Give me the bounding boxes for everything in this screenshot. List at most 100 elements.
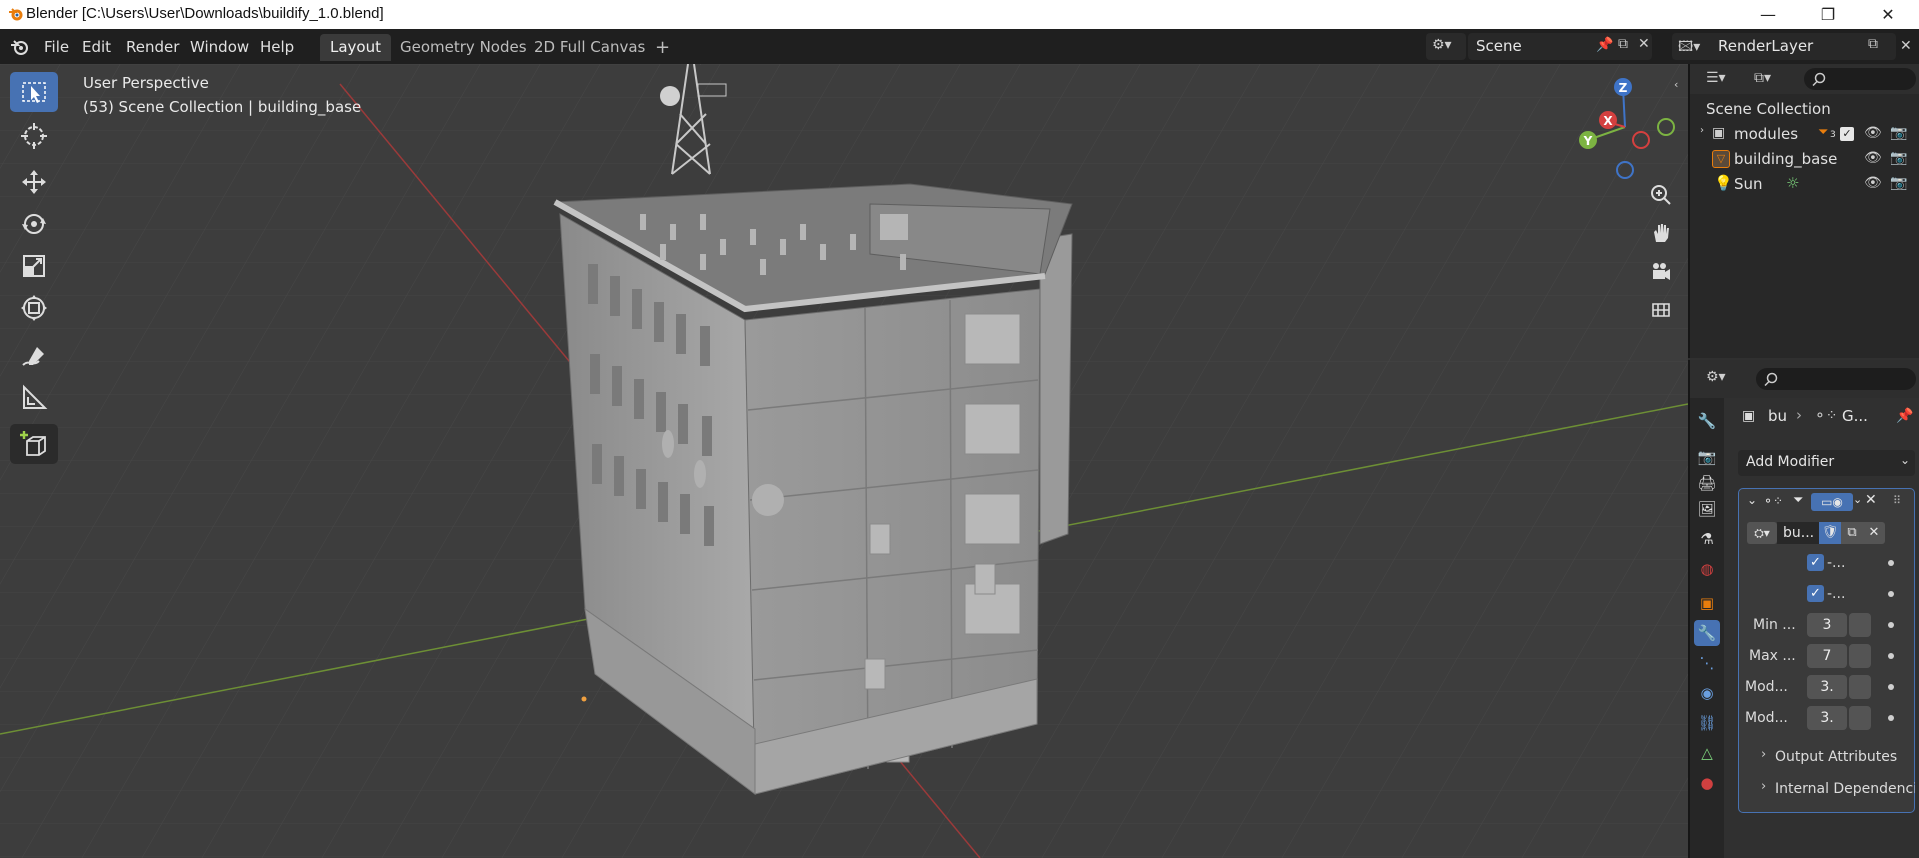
menu-file[interactable]: File	[38, 35, 75, 59]
field-min-input[interactable]: 3	[1807, 613, 1847, 637]
keyframe-dot-icon[interactable]	[1888, 591, 1894, 597]
camera-view-icon[interactable]	[1644, 254, 1678, 288]
cursor-tool[interactable]	[10, 116, 58, 156]
keyframe-dot-icon[interactable]	[1888, 653, 1894, 659]
editmode-toggle-icon[interactable]: ⏷	[1793, 493, 1803, 508]
pin-icon[interactable]: 📌	[1596, 37, 1613, 53]
chevron-down-icon[interactable]: ⌄	[1853, 493, 1862, 506]
world-tab-icon[interactable]: ◍	[1694, 556, 1720, 582]
drag-handle-icon[interactable]: ⠿	[1893, 494, 1901, 507]
attribute-toggle-icon[interactable]	[1849, 644, 1871, 668]
viewport-render-toggle[interactable]: ▭◉	[1811, 493, 1853, 511]
tab-2d-full-canvas[interactable]: 2D Full Canvas	[524, 34, 655, 61]
properties-search-input[interactable]	[1756, 368, 1916, 390]
view-layer-tab-icon[interactable]: 🖼	[1694, 496, 1720, 522]
scene-selector[interactable]: Scene 📌 ⧉ ✕	[1468, 33, 1652, 60]
measure-tool[interactable]	[10, 378, 58, 418]
tab-layout[interactable]: Layout	[320, 34, 391, 61]
field-mod-2-input[interactable]: 3.	[1807, 706, 1847, 730]
menu-help[interactable]: Help	[254, 35, 300, 59]
output-tab-icon[interactable]: 🖨	[1694, 470, 1720, 496]
remove-renderlayer-icon[interactable]: ✕	[1900, 38, 1912, 54]
3d-viewport[interactable]: User Perspective (53) Scene Collection |…	[0, 64, 1688, 858]
transform-tool[interactable]	[10, 288, 58, 328]
minimize-button[interactable]: —	[1740, 0, 1796, 29]
add-modifier-dropdown[interactable]: Add Modifier ⌄	[1738, 450, 1915, 476]
attribute-toggle-icon[interactable]	[1849, 613, 1871, 637]
annotate-tool[interactable]	[10, 336, 58, 376]
keyframe-dot-icon[interactable]	[1888, 622, 1894, 628]
tool-tab-icon[interactable]: 🔧	[1694, 408, 1720, 434]
modifier-tab-icon[interactable]: 🔧	[1694, 620, 1720, 646]
constraints-tab-icon[interactable]: ⛓	[1694, 710, 1720, 736]
collapse-chevron-icon[interactable]: ⌄	[1747, 493, 1757, 507]
unlink-icon[interactable]: ✕	[1863, 522, 1885, 544]
particles-tab-icon[interactable]: ⋱	[1694, 650, 1720, 676]
outliner-item-building-base[interactable]: ▽ building_base 👁 📷	[1690, 147, 1919, 172]
light-icon: 💡	[1714, 174, 1733, 192]
node-tree-icon[interactable]: ⛭▾	[1747, 522, 1777, 544]
node-group-name[interactable]: bu...	[1777, 522, 1819, 544]
ortho-grid-icon[interactable]	[1644, 292, 1678, 326]
sidebar-toggle-icon[interactable]: ‹	[1674, 78, 1678, 91]
outliner-item-modules[interactable]: › ▣ modules ⏷ 3 ✓ 👁 📷	[1690, 122, 1919, 147]
menu-render[interactable]: Render	[120, 35, 185, 59]
delete-scene-icon[interactable]: ✕	[1638, 36, 1650, 52]
new-scene-icon[interactable]: ⧉	[1618, 36, 1628, 52]
field-mod-1-input[interactable]: 3.	[1807, 675, 1847, 699]
close-window-button[interactable]: ✕	[1860, 0, 1916, 29]
display-mode-icon[interactable]: ⧉▾	[1754, 70, 1771, 86]
menu-window[interactable]: Window	[184, 35, 255, 59]
outliner-item-sun[interactable]: 💡 Sun ☼ 👁 📷	[1690, 172, 1919, 197]
renderlayer-selector[interactable]: 🖾▾ RenderLayer ⧉	[1672, 33, 1896, 60]
pin-icon[interactable]: 📌	[1896, 408, 1913, 424]
keyframe-dot-icon[interactable]	[1888, 715, 1894, 721]
visibility-eye-icon[interactable]: 👁	[1864, 175, 1882, 191]
remove-modifier-icon[interactable]: ✕	[1865, 492, 1877, 508]
duplicate-icon[interactable]: ⧉	[1841, 522, 1863, 544]
output-attributes-section[interactable]: › Output Attributes	[1739, 743, 1916, 771]
field-max-input[interactable]: 7	[1807, 644, 1847, 668]
new-renderlayer-icon[interactable]: ⧉	[1868, 36, 1878, 52]
scale-tool[interactable]	[10, 246, 58, 286]
blender-menu-icon[interactable]	[10, 37, 30, 57]
zoom-icon[interactable]	[1644, 178, 1678, 212]
pan-hand-icon[interactable]	[1644, 216, 1678, 250]
geometry-filter-icon: ⏷	[1818, 125, 1829, 140]
maximize-button[interactable]: ❐	[1800, 0, 1856, 29]
add-workspace-button[interactable]: +	[645, 34, 680, 61]
internal-dependencies-section[interactable]: › Internal Dependenci	[1739, 775, 1916, 803]
keyframe-dot-icon[interactable]	[1888, 684, 1894, 690]
checkbox-2[interactable]: ✓	[1807, 585, 1824, 602]
navigation-gizmo[interactable]: Z Y X	[1570, 72, 1680, 182]
exclude-checkbox[interactable]: ✓	[1840, 127, 1854, 141]
attribute-toggle-icon[interactable]	[1849, 706, 1871, 730]
editor-type-icon[interactable]: ☰▾	[1706, 70, 1726, 86]
scene-type-dropdown[interactable]: ⚙▾	[1426, 33, 1466, 60]
render-camera-icon[interactable]: 📷	[1890, 125, 1907, 141]
object-tab-icon[interactable]: ▣	[1694, 590, 1720, 616]
fake-user-shield-icon[interactable]: 🛡	[1819, 522, 1841, 544]
outliner-scene-collection[interactable]: Scene Collection	[1690, 97, 1919, 122]
render-camera-icon[interactable]: 📷	[1890, 150, 1907, 166]
move-tool[interactable]	[10, 162, 58, 202]
tab-geometry-nodes[interactable]: Geometry Nodes	[390, 34, 537, 61]
render-tab-icon[interactable]: 📷	[1694, 444, 1720, 470]
render-camera-icon[interactable]: 📷	[1890, 175, 1907, 191]
add-cube-tool[interactable]	[10, 424, 58, 464]
scene-tab-icon[interactable]: ⚗	[1694, 526, 1720, 552]
data-tab-icon[interactable]: △	[1694, 740, 1720, 766]
select-box-tool[interactable]	[10, 72, 58, 112]
editor-type-icon[interactable]: ⚙▾	[1706, 369, 1726, 385]
checkbox-1[interactable]: ✓	[1807, 554, 1824, 571]
material-tab-icon[interactable]: ●	[1694, 770, 1720, 796]
physics-tab-icon[interactable]: ◉	[1694, 680, 1720, 706]
visibility-eye-icon[interactable]: 👁	[1864, 125, 1882, 141]
menu-edit[interactable]: Edit	[76, 35, 117, 59]
expand-icon[interactable]: ›	[1700, 125, 1704, 136]
attribute-toggle-icon[interactable]	[1849, 675, 1871, 699]
rotate-tool[interactable]	[10, 204, 58, 244]
visibility-eye-icon[interactable]: 👁	[1864, 150, 1882, 166]
outliner-search-input[interactable]	[1804, 68, 1916, 90]
keyframe-dot-icon[interactable]	[1888, 560, 1894, 566]
